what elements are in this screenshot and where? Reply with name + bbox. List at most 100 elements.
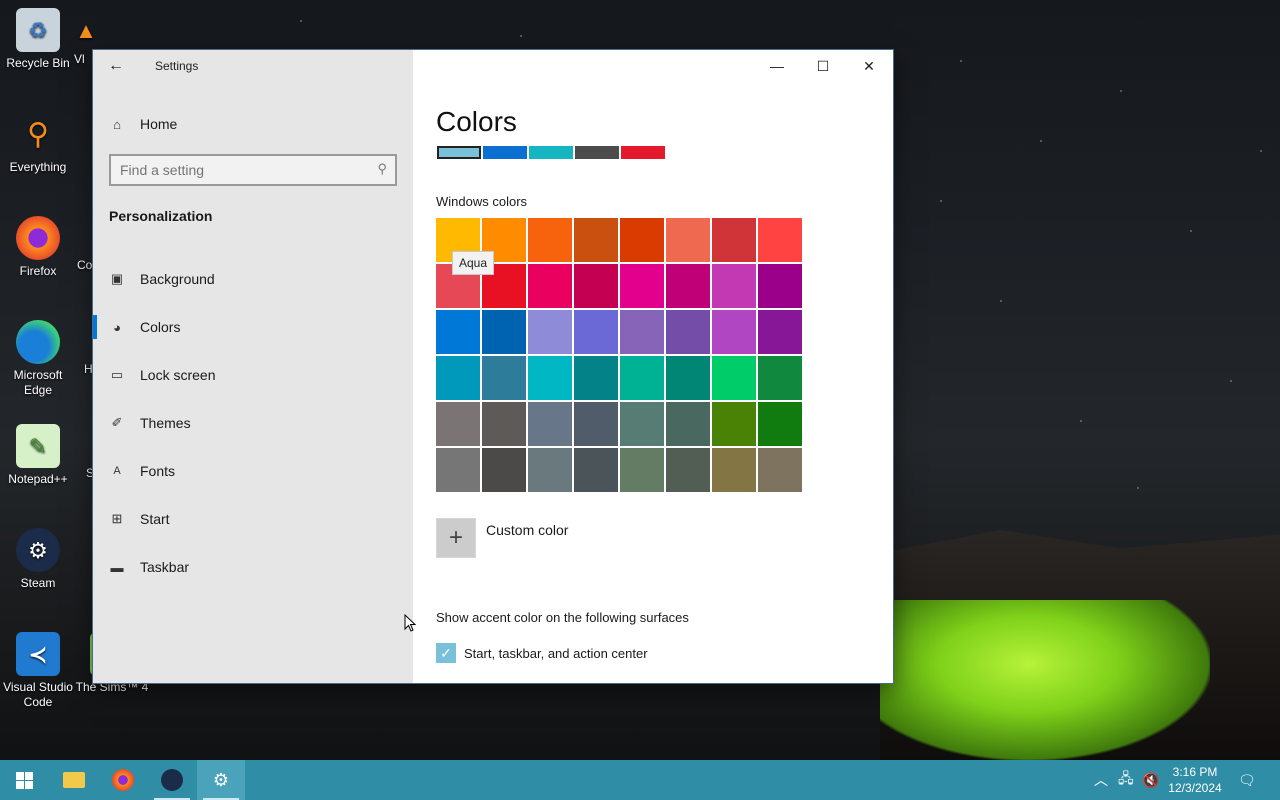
color-swatch[interactable] bbox=[712, 448, 756, 492]
recent-color-swatch[interactable] bbox=[437, 146, 481, 159]
accent-checkbox-row[interactable]: ✓ Start, taskbar, and action center bbox=[436, 643, 648, 663]
color-swatch[interactable] bbox=[528, 218, 572, 262]
color-swatch[interactable] bbox=[574, 402, 618, 446]
color-swatch[interactable] bbox=[482, 310, 526, 354]
sidebar: ⌂ Home ⚲ Personalization ▣ Background ◕ … bbox=[93, 50, 413, 683]
desktop-icon-recycle-bin[interactable]: ♻ Recycle Bin bbox=[0, 8, 76, 71]
desktop-icon-notepadpp[interactable]: ✎ Notepad++ bbox=[0, 424, 76, 487]
color-swatch[interactable] bbox=[758, 218, 802, 262]
color-swatch[interactable] bbox=[574, 356, 618, 400]
color-swatch[interactable] bbox=[712, 264, 756, 308]
color-swatch[interactable] bbox=[712, 310, 756, 354]
color-swatch[interactable] bbox=[758, 402, 802, 446]
gear-icon: ⚙ bbox=[212, 769, 230, 790]
color-swatch[interactable] bbox=[758, 448, 802, 492]
color-swatch[interactable] bbox=[620, 264, 664, 308]
color-swatch[interactable] bbox=[528, 448, 572, 492]
minimize-button[interactable]: — bbox=[754, 50, 800, 82]
home-nav-item[interactable]: ⌂ Home bbox=[109, 114, 177, 134]
color-swatch[interactable] bbox=[620, 356, 664, 400]
color-swatch[interactable] bbox=[758, 310, 802, 354]
start-icon: ⊞ bbox=[111, 511, 123, 526]
sidebar-item-taskbar[interactable]: ▬ Taskbar bbox=[93, 543, 413, 591]
show-hidden-icons-button[interactable]: ︿ bbox=[1094, 760, 1108, 800]
desktop-icon-everything[interactable]: ⚲ Everything bbox=[0, 112, 76, 175]
steam-taskbar-button[interactable] bbox=[148, 760, 196, 800]
color-swatch[interactable] bbox=[620, 218, 664, 262]
maximize-button[interactable]: ☐ bbox=[800, 50, 846, 82]
color-swatch[interactable] bbox=[574, 448, 618, 492]
back-button[interactable]: ← bbox=[105, 56, 127, 76]
color-swatch[interactable] bbox=[758, 264, 802, 308]
color-swatch[interactable] bbox=[620, 402, 664, 446]
accent-checkbox[interactable]: ✓ bbox=[436, 643, 456, 663]
clock[interactable]: 3:16 PM 12/3/2024 bbox=[1166, 764, 1224, 796]
color-swatch[interactable] bbox=[712, 356, 756, 400]
notepadpp-icon: ✎ bbox=[16, 424, 60, 468]
custom-color-button[interactable]: + bbox=[436, 518, 476, 558]
chevron-up-icon: ︿ bbox=[1094, 772, 1108, 788]
sidebar-item-themes[interactable]: ✐ Themes bbox=[93, 399, 413, 447]
color-swatch[interactable] bbox=[666, 448, 710, 492]
recent-colors bbox=[437, 146, 665, 159]
recent-color-swatch[interactable] bbox=[621, 146, 665, 159]
color-swatch[interactable] bbox=[712, 218, 756, 262]
window-title: Settings bbox=[155, 59, 199, 73]
color-swatch[interactable] bbox=[758, 356, 802, 400]
color-swatch[interactable] bbox=[666, 356, 710, 400]
color-swatch[interactable] bbox=[574, 264, 618, 308]
color-swatch[interactable] bbox=[666, 402, 710, 446]
sidebar-item-background[interactable]: ▣ Background bbox=[93, 255, 413, 303]
page-title: Colors bbox=[436, 106, 517, 137]
notification-icon: 🗨 bbox=[1238, 771, 1256, 788]
accent-surfaces-label: Show accent color on the following surfa… bbox=[436, 610, 689, 625]
recent-color-swatch[interactable] bbox=[483, 146, 527, 159]
color-swatch[interactable] bbox=[482, 356, 526, 400]
desktop-icon-edge[interactable]: Microsoft Edge bbox=[0, 320, 76, 398]
sidebar-item-start[interactable]: ⊞ Start bbox=[93, 495, 413, 543]
settings-taskbar-button[interactable]: ⚙ bbox=[197, 760, 245, 800]
search-input[interactable] bbox=[111, 156, 361, 184]
color-swatch[interactable] bbox=[436, 402, 480, 446]
search-box[interactable]: ⚲ bbox=[109, 154, 397, 186]
close-button[interactable]: ✕ bbox=[846, 50, 892, 82]
color-swatch[interactable] bbox=[666, 218, 710, 262]
color-swatch[interactable] bbox=[620, 310, 664, 354]
color-swatch[interactable] bbox=[436, 448, 480, 492]
start-button[interactable] bbox=[0, 760, 48, 800]
network-button[interactable]: 🖧 bbox=[1118, 760, 1134, 800]
firefox-icon bbox=[112, 769, 134, 791]
color-swatch[interactable] bbox=[574, 218, 618, 262]
desktop-icon-firefox[interactable]: Firefox bbox=[0, 216, 76, 279]
color-tooltip: Aqua bbox=[452, 251, 495, 275]
color-swatch[interactable] bbox=[666, 310, 710, 354]
sidebar-item-colors[interactable]: ◕ Colors bbox=[93, 303, 413, 351]
color-swatch[interactable] bbox=[620, 448, 664, 492]
firefox-taskbar-button[interactable] bbox=[99, 760, 147, 800]
recent-color-swatch[interactable] bbox=[575, 146, 619, 159]
color-swatch[interactable] bbox=[528, 310, 572, 354]
color-swatch[interactable] bbox=[436, 356, 480, 400]
sidebar-item-lock-screen[interactable]: ▭ Lock screen bbox=[93, 351, 413, 399]
accent-checkbox-label: Start, taskbar, and action center bbox=[464, 645, 648, 661]
color-swatch[interactable] bbox=[528, 356, 572, 400]
color-swatch[interactable] bbox=[436, 310, 480, 354]
recent-color-swatch[interactable] bbox=[529, 146, 573, 159]
folder-icon bbox=[63, 772, 85, 788]
color-swatch[interactable] bbox=[528, 264, 572, 308]
color-swatch[interactable] bbox=[482, 448, 526, 492]
themes-icon: ✐ bbox=[111, 415, 123, 430]
color-swatch[interactable] bbox=[574, 310, 618, 354]
volume-button[interactable]: 🔇 bbox=[1142, 760, 1159, 800]
action-center-button[interactable]: 🗨 bbox=[1238, 760, 1256, 800]
desktop-icon-vscode[interactable]: ≺ Visual Studio Code bbox=[0, 632, 76, 710]
color-swatch[interactable] bbox=[712, 402, 756, 446]
desktop-icon-steam[interactable]: ⚙ Steam bbox=[0, 528, 76, 591]
clock-date: 12/3/2024 bbox=[1168, 781, 1222, 795]
sidebar-item-fonts[interactable]: A Fonts bbox=[93, 447, 413, 495]
file-explorer-button[interactable] bbox=[50, 760, 98, 800]
picture-icon: ▣ bbox=[110, 271, 124, 286]
color-swatch[interactable] bbox=[528, 402, 572, 446]
color-swatch[interactable] bbox=[482, 402, 526, 446]
color-swatch[interactable] bbox=[666, 264, 710, 308]
